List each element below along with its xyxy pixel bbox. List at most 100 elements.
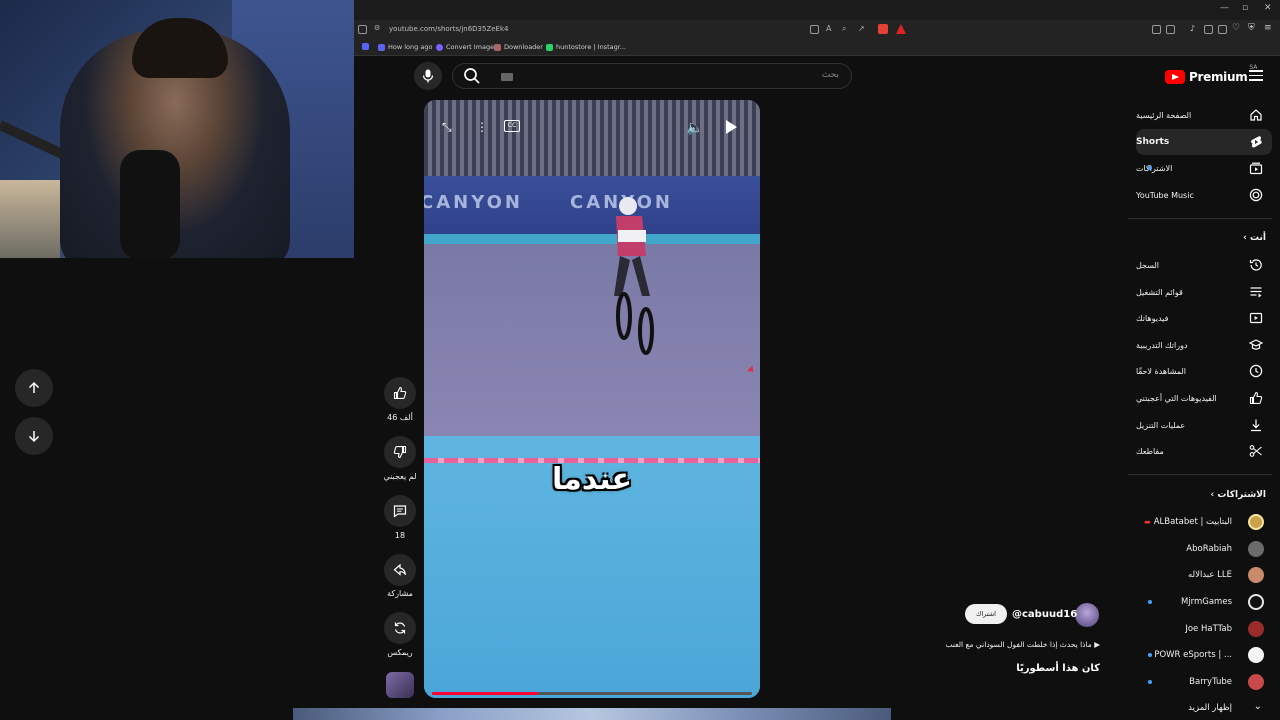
new-content-dot (1148, 166, 1152, 170)
site-info-icon[interactable]: ⚙ (374, 24, 380, 32)
sidebar-item-history[interactable]: السجل (1136, 252, 1272, 278)
chevron-right-icon: › (1243, 233, 1247, 243)
scissors-icon (1248, 443, 1264, 459)
more-options-icon[interactable]: ⋮ (476, 120, 488, 134)
new-content-dot (1148, 600, 1152, 604)
sidebar-item-clips[interactable]: مقاطعك (1136, 438, 1272, 464)
youtube-premium-logo[interactable]: Premium SA (1165, 64, 1257, 86)
webcam-overlay (0, 0, 354, 258)
sidebar-you-header[interactable]: أنت › (1136, 233, 1266, 243)
subscription-albatabet[interactable]: ▬ ALBatabet | البتابيت (1136, 511, 1272, 533)
sidebar-subscriptions-header[interactable]: الاشتراكات › (1136, 490, 1266, 500)
short-video-player[interactable]: CANYON CANYON ⤡ ⋮ CC 🔈 (424, 100, 760, 698)
sidebar-item-courses[interactable]: دوراتك التدريبية (1136, 332, 1272, 358)
fullscreen-icon[interactable]: ⤡ (442, 120, 452, 135)
video-caption: عندما (552, 462, 632, 497)
zoom-icon[interactable]: ⌕ (842, 24, 846, 34)
hamburger-menu-icon[interactable] (1249, 70, 1263, 82)
subscription-aborabiah[interactable]: AboRabiah (1136, 538, 1272, 560)
download-icon (1248, 417, 1264, 433)
arrow-up-icon (28, 381, 40, 393)
next-short-button[interactable] (15, 417, 53, 455)
menu-icon[interactable]: ≡ (1264, 23, 1272, 33)
share-arrow-icon (393, 563, 407, 576)
sidebar-show-more[interactable]: إظهار المزيد ⌄ (1136, 697, 1272, 719)
volume-icon[interactable]: 🔈 (686, 120, 703, 136)
tab-icon[interactable] (1218, 25, 1227, 34)
sidebar-item-watch-later[interactable]: المشاهدة لاحقًا (1136, 358, 1272, 384)
extension-icon[interactable] (1166, 25, 1175, 34)
cyclist-figure (614, 197, 654, 355)
url-field[interactable]: youtube.com/shorts/jn6D35ZeEk4 (389, 25, 509, 33)
subscription-powr-esports[interactable]: POWR eSports | ... (1136, 644, 1272, 666)
like-count: 46 ألف (387, 413, 413, 422)
share-button[interactable] (384, 554, 416, 586)
history-icon (1248, 257, 1264, 273)
sidebar-item-shorts[interactable]: Shorts (1136, 129, 1272, 155)
extension-icon[interactable] (1152, 25, 1161, 34)
sidebar-item-playlists[interactable]: قوائم التشغيل (1136, 279, 1272, 305)
music-note-icon[interactable]: ♪ (1190, 24, 1195, 33)
previous-short-button[interactable] (15, 369, 53, 407)
bookmark-downloader[interactable]: Downloader (494, 43, 543, 51)
sidebar-item-liked-videos[interactable]: الفيديوهات التي أعجبتني (1136, 385, 1272, 411)
favorite-icon[interactable]: ♡ (1232, 23, 1240, 33)
sidebar-item-your-videos[interactable]: فيديوهاتك (1136, 305, 1272, 331)
search-input[interactable]: بحث (452, 63, 852, 89)
captions-icon[interactable]: CC (504, 120, 520, 132)
minimize-icon[interactable]: — (1220, 3, 1229, 13)
shorts-icon (1248, 134, 1264, 150)
bookmark-huntostore[interactable]: huntostore | Instagr... (546, 43, 626, 51)
subscription-barrytube[interactable]: BarryTube (1136, 671, 1272, 693)
vpn-icon[interactable]: ⛨ (1248, 23, 1255, 33)
subscription-abdulilah[interactable]: عبدالاله LLE (1136, 564, 1272, 586)
sound-link[interactable]: ▶ ماذا يحدث إذا خلطت الفول السوداني مع ا… (900, 640, 1100, 649)
translate-icon[interactable]: A (826, 24, 831, 33)
rewards-icon[interactable] (896, 24, 906, 34)
avatar (1248, 674, 1264, 690)
sidebar-item-subscriptions[interactable]: الاشتراكات (1136, 155, 1272, 181)
sound-thumbnail[interactable] (386, 672, 414, 698)
thumbs-up-icon (393, 386, 407, 400)
reading-list-icon[interactable] (1204, 25, 1213, 34)
sidebar-item-home[interactable]: الصفحة الرئيسية (1136, 102, 1272, 128)
remix-button[interactable] (384, 612, 416, 644)
music-icon (1248, 187, 1264, 203)
pip-icon[interactable] (810, 25, 819, 34)
channel-handle[interactable]: @cabuud16 (1012, 609, 1077, 620)
new-content-dot (1148, 680, 1152, 684)
channel-avatar[interactable] (1075, 603, 1099, 627)
close-icon[interactable]: ✕ (1264, 3, 1272, 13)
thumbs-down-icon (393, 445, 407, 459)
play-icon[interactable] (726, 120, 737, 134)
dislike-button[interactable] (384, 436, 416, 468)
chevron-right-icon: › (1210, 490, 1215, 500)
liked-icon (1248, 390, 1264, 406)
subscription-mjrmgames[interactable]: MjrmGames (1136, 591, 1272, 613)
progress-bar[interactable] (432, 692, 538, 695)
chevron-down-icon: ⌄ (1253, 701, 1262, 712)
search-icon[interactable] (462, 66, 484, 86)
avatar (1248, 594, 1264, 610)
keyboard-icon[interactable] (501, 73, 513, 81)
maximize-icon[interactable]: ▫ (1242, 3, 1248, 13)
next-short-preview[interactable] (293, 708, 891, 720)
comments-button[interactable] (384, 495, 416, 527)
share-label: مشاركة (387, 589, 413, 598)
voice-search-button[interactable] (414, 62, 442, 90)
like-button[interactable] (384, 377, 416, 409)
sidebar-toggle-icon[interactable] (358, 25, 367, 34)
share-icon[interactable]: ↗ (858, 24, 865, 33)
sidebar-item-youtube-music[interactable]: YouTube Music (1136, 182, 1272, 208)
bookmark-icon[interactable] (362, 43, 369, 50)
subscription-joe-hattab[interactable]: Joe HaTTab (1136, 618, 1272, 640)
bookmark-how-long-ago[interactable]: How long ago (378, 43, 432, 51)
subscribe-button[interactable]: اشتراك (965, 604, 1007, 624)
remix-icon (394, 622, 406, 634)
brave-shield-icon[interactable] (878, 24, 888, 34)
bookmark-convert-image[interactable]: Convert Image (436, 43, 494, 51)
sidebar-divider (1128, 218, 1272, 219)
sidebar-item-downloads[interactable]: عمليات التنزيل (1136, 412, 1272, 438)
avatar (1248, 567, 1264, 583)
dislike-label: لم يعجبني (383, 472, 417, 481)
